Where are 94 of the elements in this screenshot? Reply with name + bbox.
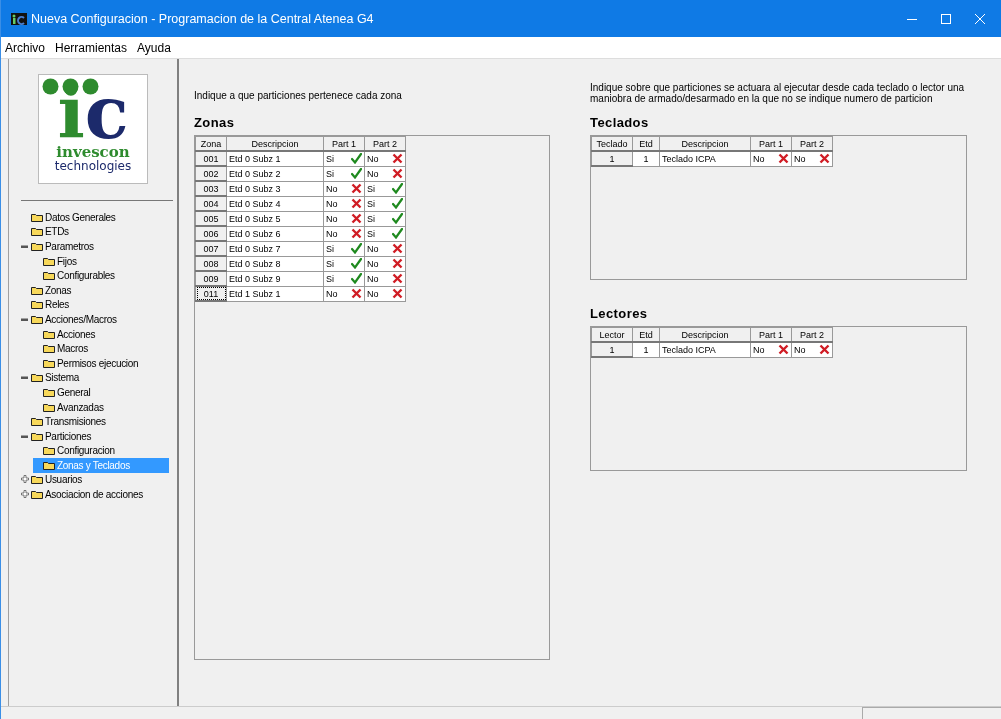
tree-item[interactable]: Asociacion de acciones (44, 489, 144, 501)
cell-value: Si (326, 273, 334, 284)
tree-item[interactable]: Permisos ejecucion (56, 357, 140, 369)
menu-item[interactable]: Archivo (1, 40, 50, 55)
folder-icon (43, 256, 55, 266)
close-icon (975, 13, 985, 24)
cell-value: Si (326, 153, 334, 164)
tree-item[interactable]: Reles (44, 299, 71, 311)
column-header[interactable]: Descripcion (226, 136, 324, 151)
folder-icon (31, 242, 43, 251)
folder-icon (31, 314, 43, 324)
folder-icon (31, 431, 43, 441)
cell-value: Si (367, 183, 375, 194)
column-header[interactable]: Part 2 (364, 136, 406, 151)
tree-item[interactable]: General (56, 386, 92, 398)
folder-icon (31, 373, 43, 383)
cell-value: No (326, 288, 338, 299)
column-header[interactable]: Descripcion (659, 136, 751, 151)
menu-item[interactable]: Herramientas (50, 40, 133, 55)
cell-value: No (326, 213, 338, 224)
folder-icon (31, 300, 43, 310)
folder-icon (43, 358, 55, 368)
logo-monogram: c (84, 81, 129, 145)
tree-item[interactable]: Particiones (44, 430, 93, 442)
cell-value: Si (367, 213, 375, 224)
cell-value: No (367, 168, 379, 179)
folder-icon (43, 446, 55, 456)
column-header[interactable]: Etd (632, 136, 660, 151)
cell-value: No (367, 258, 379, 269)
cell-value: No (753, 153, 765, 164)
column-header[interactable]: Part 1 (323, 136, 365, 151)
instruction-text: Indique sobre que particiones se actuara al ejecutar desde cada teclado o lector una maniobra de armado/desarmado en la que no se indique numero de particion (590, 82, 966, 104)
folder-icon (31, 285, 43, 295)
tree-item[interactable]: Fijos (56, 255, 78, 267)
tree-item[interactable]: Usuarios (44, 474, 84, 486)
folder-icon (31, 490, 43, 500)
tree-item[interactable]: Acciones (56, 328, 97, 340)
folder-icon (43, 271, 55, 281)
cell-value: No (326, 183, 338, 194)
tree-item[interactable]: ETDs (44, 226, 70, 238)
column-header[interactable]: Part 2 (791, 327, 833, 342)
cell-value: No (794, 344, 806, 355)
expand-icon[interactable] (21, 490, 31, 500)
folder-icon (31, 475, 43, 485)
tree-item[interactable]: Macros (56, 343, 89, 355)
tree-item[interactable]: Configuracion (56, 445, 116, 457)
cell-value: No (367, 243, 379, 254)
folder-icon (31, 227, 43, 237)
cell-value: No (753, 344, 765, 355)
logo-name: invescon (56, 145, 130, 160)
cell-value: Si (326, 243, 334, 254)
tree-item[interactable]: Avanzadas (56, 401, 105, 413)
folder-icon (43, 460, 55, 470)
column-header[interactable]: Zona (195, 136, 227, 151)
folder-icon (43, 329, 55, 339)
tree-item[interactable]: Zonas (44, 284, 73, 296)
tree-item[interactable]: Parametros (44, 241, 95, 252)
cell-value: No (367, 273, 379, 284)
cell-value: No (794, 153, 806, 164)
app-icon (11, 12, 27, 25)
tree-item[interactable]: Sistema (44, 372, 81, 384)
tree-item[interactable]: Configurables (56, 270, 116, 282)
menu-item[interactable]: Ayuda (132, 40, 176, 55)
tree-item[interactable]: Transmisiones (44, 416, 107, 428)
column-header[interactable]: Lector (591, 327, 633, 342)
cell-value: No (367, 153, 379, 164)
section-title: Zonas (194, 115, 236, 130)
column-header[interactable]: Part 2 (791, 136, 833, 151)
cell-value: Si (367, 228, 375, 239)
instruction-text: Indique a que particiones pertenece cada zona (194, 90, 403, 101)
cell-value: Si (367, 198, 375, 209)
folder-icon (31, 212, 43, 222)
column-header[interactable]: Etd (632, 327, 660, 342)
section-title: Teclados (590, 115, 650, 130)
column-header[interactable]: Teclado (591, 136, 633, 151)
cell-value: No (326, 198, 338, 209)
section-title: Lectores (590, 306, 649, 321)
column-header[interactable]: Descripcion (659, 327, 751, 342)
folder-icon (43, 402, 55, 412)
folder-icon (43, 344, 55, 354)
maximize-icon (941, 13, 951, 24)
cell-value: No (326, 228, 338, 239)
cell-value: Si (326, 168, 334, 179)
tree-item[interactable]: Datos Generales (44, 211, 117, 223)
expand-icon[interactable] (21, 475, 31, 485)
folder-icon (31, 417, 43, 427)
window-title: Nueva Configuracion - Programacion de la Central Atenea G4 (31, 11, 375, 26)
cell-value: Si (326, 258, 334, 269)
column-header[interactable]: Part 1 (750, 327, 792, 342)
column-header[interactable]: Part 1 (750, 136, 792, 151)
tree-item[interactable]: Acciones/Macros (44, 313, 118, 325)
cell-value: No (367, 288, 379, 299)
logo-tagline: technologies (54, 160, 132, 173)
folder-icon (43, 387, 55, 397)
